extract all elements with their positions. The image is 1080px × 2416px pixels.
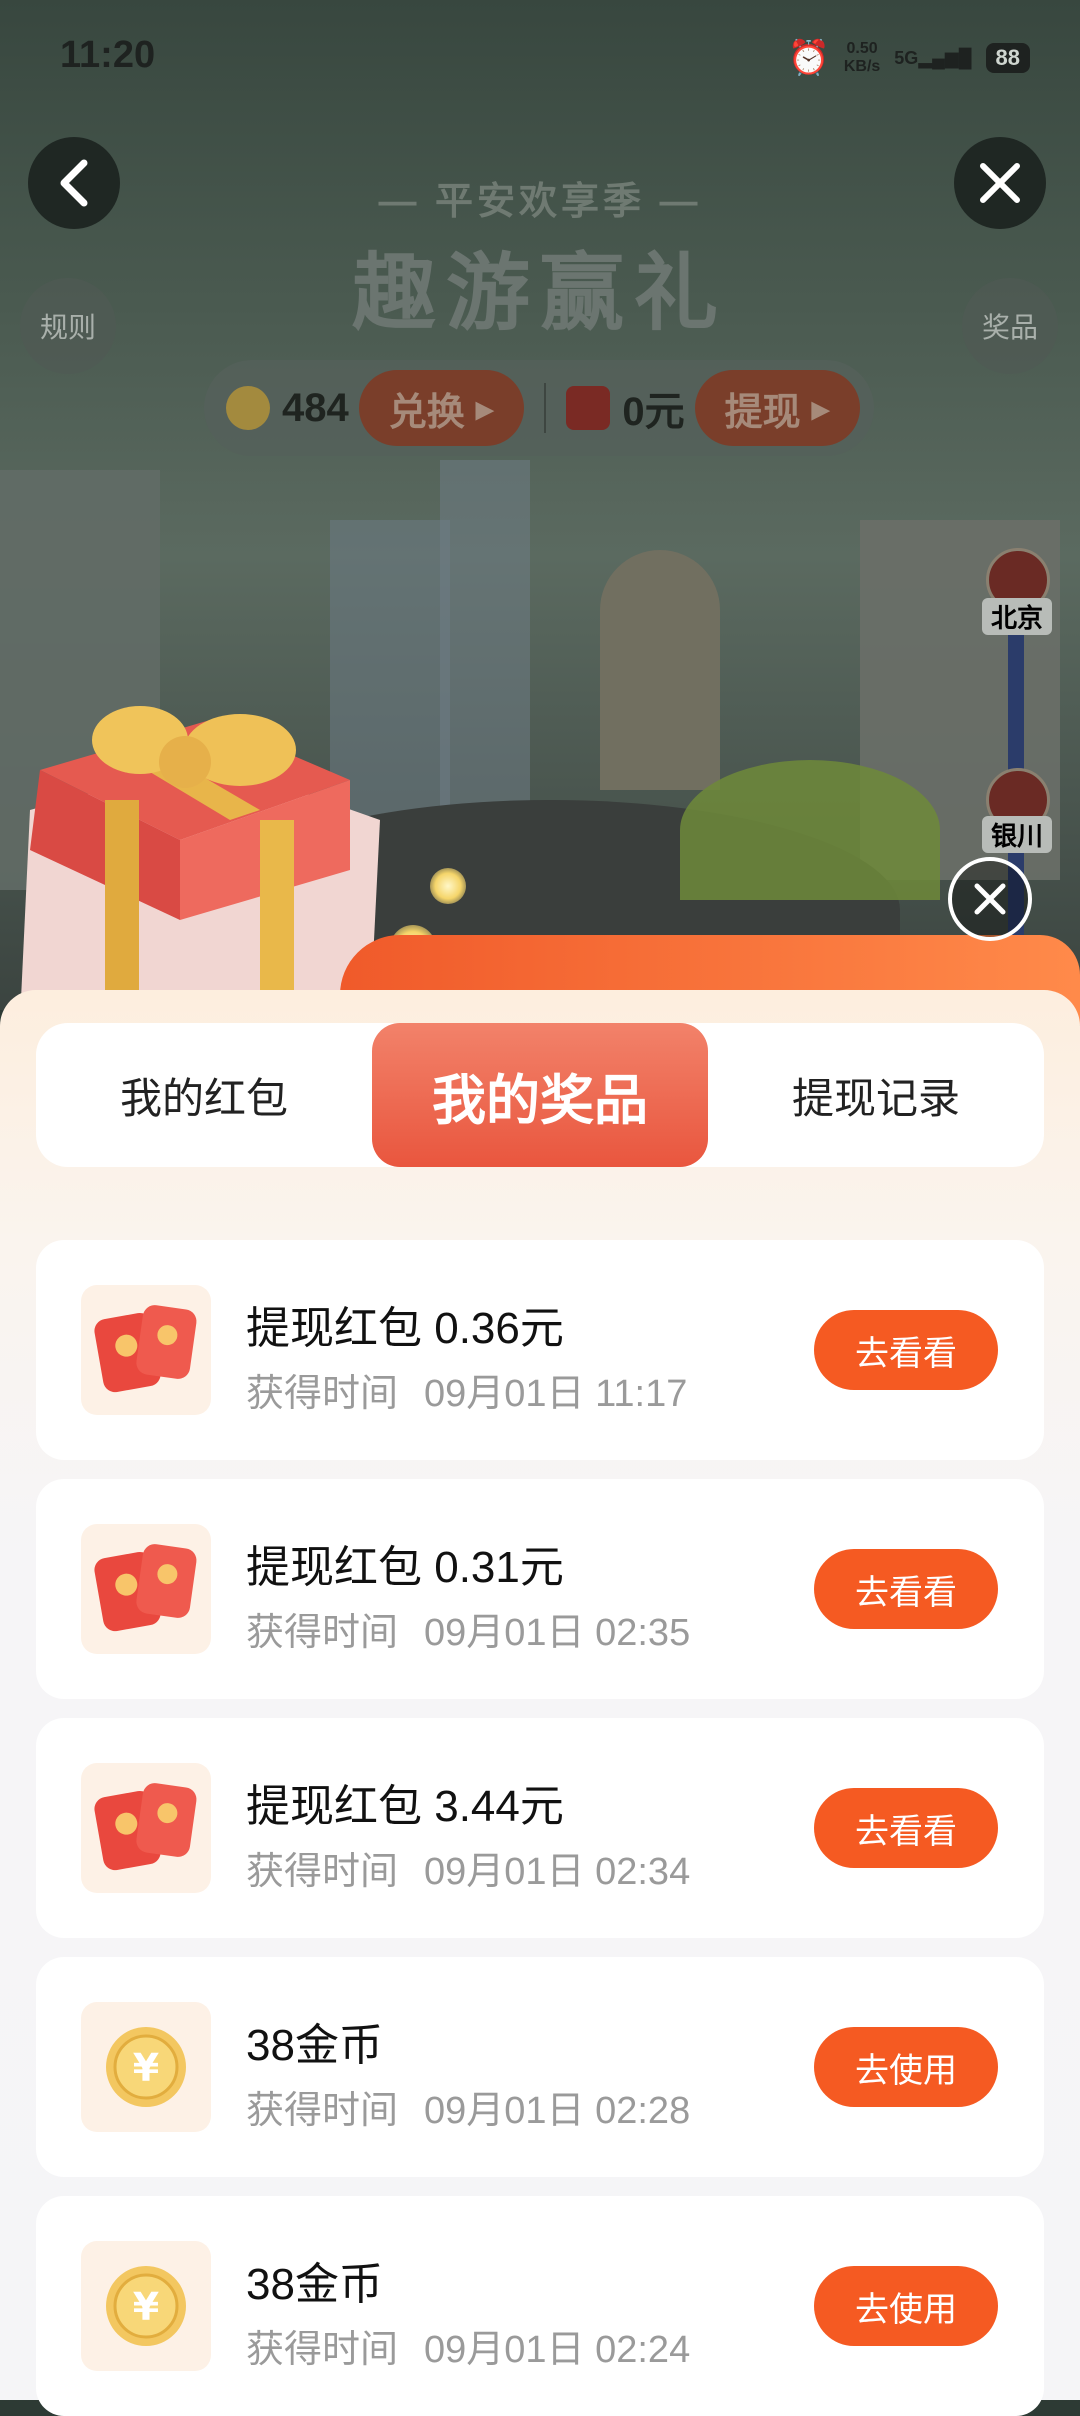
campaign-subtitle: — 平安欢享季 — [378, 181, 702, 223]
wallet-divider [544, 383, 547, 433]
time-label: 获得时间 [246, 1612, 399, 1654]
rules-button[interactable]: 规则 [20, 278, 116, 374]
coin-icon [226, 386, 270, 430]
status-bar: 11:20 ⏰ 0.50 KB/s 5G▂▄▆█ 88 [0, 0, 1080, 118]
view-button[interactable]: 去看看 [814, 1788, 998, 1868]
close-icon [974, 883, 1006, 915]
net-speed-unit: KB/s [843, 58, 881, 75]
withdraw-button[interactable]: 提现 ▸ [694, 370, 861, 446]
view-button[interactable]: 去看看 [814, 1310, 998, 1390]
coin-count: 484 [282, 385, 349, 430]
red-packet-icon [81, 1763, 211, 1893]
prizes-button[interactable]: 奖品 [962, 278, 1058, 374]
prize-time: 09月01日 02:34 [424, 1851, 691, 1893]
prize-time-row: 获得时间 09月01日 02:35 [246, 1601, 690, 1656]
status-icons: ⏰ 0.50 KB/s 5G▂▄▆█ 88 [787, 38, 1030, 78]
route-city-bottom: 银川 [982, 816, 1052, 853]
net-type: 5G [894, 47, 919, 68]
prizes-label: 奖品 [981, 312, 1038, 343]
prize-item: 提现红包 0.31元 获得时间 09月01日 02:35 去看看 [36, 1479, 1044, 1699]
alarm-icon: ⏰ [787, 39, 830, 77]
prize-title: 提现红包 3.44元 [246, 1782, 564, 1831]
time-label: 获得时间 [246, 1851, 399, 1893]
cash-amount: 0元 [622, 390, 685, 434]
red-packet-icon [566, 386, 611, 430]
prize-time: 09月01日 02:35 [424, 1612, 691, 1654]
prize-time: 09月01日 02:28 [424, 2090, 691, 2132]
green-hill [680, 760, 940, 900]
time-label: 获得时间 [246, 1373, 399, 1415]
coin-icon: ¥ [81, 2241, 211, 2371]
prize-time-row: 获得时间 09月01日 11:17 [246, 1362, 687, 1417]
use-button[interactable]: 去使用 [814, 2027, 998, 2107]
prize-title: 提现红包 0.31元 [246, 1543, 564, 1592]
red-packet-icon [81, 1524, 211, 1654]
sparkle [430, 868, 466, 904]
svg-text:¥: ¥ [133, 2046, 159, 2090]
prize-time: 09月01日 11:17 [424, 1373, 688, 1415]
time-label: 获得时间 [246, 2090, 399, 2132]
tab-my-prizes[interactable]: 我的奖品 [372, 1023, 708, 1167]
net-speed-value: 0.50 [846, 40, 878, 57]
gift-box-illustration [20, 706, 380, 1020]
prize-item: 提现红包 3.44元 获得时间 09月01日 02:34 去看看 [36, 1718, 1044, 1938]
prize-item: 提现红包 0.36元 获得时间 09月01日 11:17 去看看 [36, 1240, 1044, 1460]
battery-icon: 88 [985, 43, 1030, 73]
prize-item: ¥ 38金币 获得时间 09月01日 02:24 去使用 [36, 2196, 1044, 2416]
prize-item: ¥ 38金币 获得时间 09月01日 02:28 去使用 [36, 1957, 1044, 2177]
net-speed: 0.50 KB/s [844, 40, 880, 76]
route-city-top: 北京 [982, 598, 1052, 635]
tab-withdraw-records[interactable]: 提现记录 [708, 1023, 1044, 1167]
rules-label: 规则 [39, 312, 96, 343]
coin-icon: ¥ [81, 2002, 211, 2132]
signal-icon: 5G▂▄▆█ [894, 47, 972, 68]
use-button[interactable]: 去使用 [814, 2266, 998, 2346]
prize-time: 09月01日 02:24 [424, 2329, 691, 2371]
prize-title: 提现红包 0.36元 [246, 1304, 564, 1353]
prize-title: 38金币 [246, 2260, 383, 2309]
prize-title: 38金币 [246, 2021, 383, 2070]
withdraw-label: 提现 [724, 391, 801, 434]
view-button[interactable]: 去看看 [814, 1549, 998, 1629]
tab-red-packets[interactable]: 我的红包 [36, 1023, 372, 1167]
prize-time-row: 获得时间 09月01日 02:34 [246, 1840, 690, 1895]
campaign-title: 趣游赢礼 [351, 246, 728, 340]
prize-time-row: 获得时间 09月01日 02:24 [246, 2318, 690, 2373]
red-packet-icon [81, 1285, 211, 1415]
prize-time-row: 获得时间 09月01日 02:28 [246, 2079, 690, 2134]
time-label: 获得时间 [246, 2329, 399, 2371]
wallet-bar: 484 兑换 ▸ 0元 提现 ▸ [204, 360, 874, 456]
monument-arch [600, 550, 720, 790]
exchange-button[interactable]: 兑换 ▸ [358, 370, 525, 446]
status-time: 11:20 [60, 34, 156, 76]
close-sheet-button[interactable] [948, 857, 1032, 941]
exchange-label: 兑换 [388, 391, 465, 434]
svg-text:¥: ¥ [133, 2285, 159, 2329]
tab-bar: 我的红包 我的奖品 提现记录 [36, 1023, 1044, 1167]
